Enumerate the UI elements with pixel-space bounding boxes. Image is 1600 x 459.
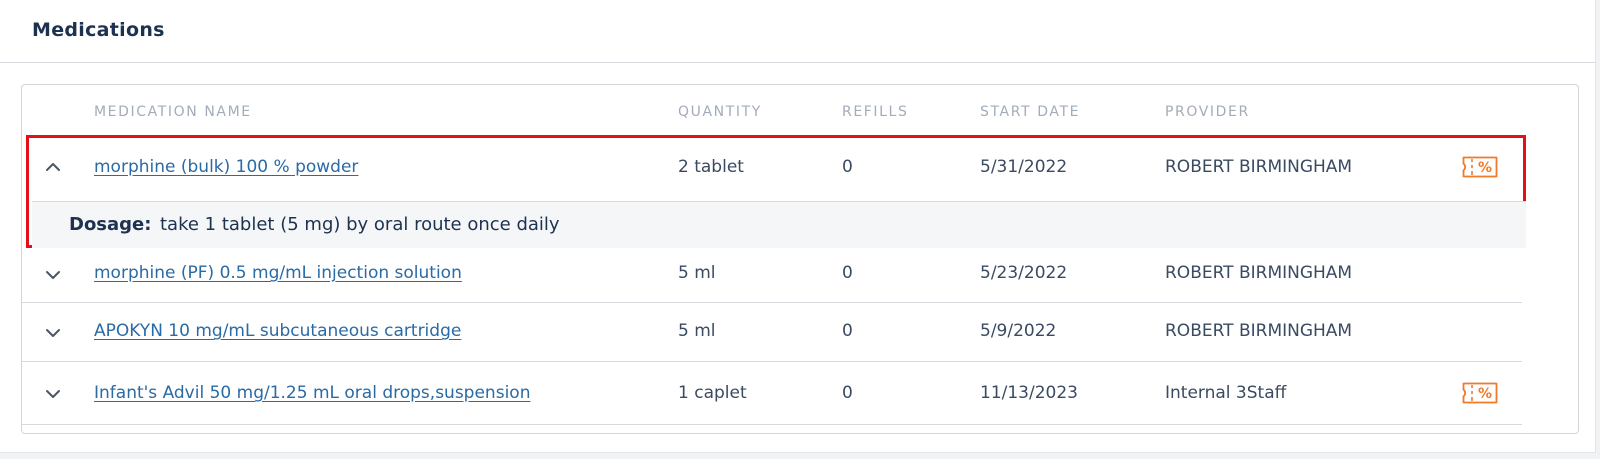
row-divider bbox=[22, 424, 1522, 425]
quantity-cell: 1 caplet bbox=[678, 383, 747, 403]
panel-title: Medications bbox=[32, 19, 165, 41]
table-row: morphine (bulk) 100 % powder 2 tablet 0 … bbox=[22, 137, 1522, 197]
refills-cell: 0 bbox=[842, 263, 853, 283]
refills-cell: 0 bbox=[842, 383, 853, 403]
chevron-up-icon[interactable] bbox=[44, 158, 62, 176]
provider-cell: Internal 3Staff bbox=[1165, 383, 1287, 403]
quantity-cell: 5 ml bbox=[678, 263, 716, 283]
provider-cell: ROBERT BIRMINGHAM bbox=[1165, 263, 1353, 283]
page: Medications MEDICATION NAME QUANTITY REF… bbox=[0, 0, 1600, 459]
table-row: morphine (PF) 0.5 mg/mL injection soluti… bbox=[22, 250, 1522, 302]
svg-text:%: % bbox=[1478, 386, 1492, 402]
chevron-down-icon[interactable] bbox=[44, 324, 62, 342]
medication-name-link[interactable]: APOKYN 10 mg/mL subcutaneous cartridge bbox=[94, 321, 461, 341]
table-header: MEDICATION NAME QUANTITY REFILLS START D… bbox=[22, 85, 1578, 137]
medications-table: MEDICATION NAME QUANTITY REFILLS START D… bbox=[21, 84, 1579, 434]
medications-panel: Medications MEDICATION NAME QUANTITY REF… bbox=[0, 0, 1596, 453]
chevron-down-icon[interactable] bbox=[44, 385, 62, 403]
refills-cell: 0 bbox=[842, 321, 853, 341]
table-row: APOKYN 10 mg/mL subcutaneous cartridge 5… bbox=[22, 303, 1522, 361]
start-date-cell: 5/9/2022 bbox=[980, 321, 1057, 341]
coupon-percent-icon[interactable]: % bbox=[1462, 156, 1498, 178]
medication-name-link[interactable]: morphine (bulk) 100 % powder bbox=[94, 157, 358, 177]
chevron-down-icon[interactable] bbox=[44, 266, 62, 284]
medication-name-link[interactable]: morphine (PF) 0.5 mg/mL injection soluti… bbox=[94, 263, 462, 283]
dosage-panel: Dosage: take 1 tablet (5 mg) by oral rou… bbox=[32, 201, 1526, 248]
start-date-cell: 11/13/2023 bbox=[980, 383, 1078, 403]
start-date-cell: 5/31/2022 bbox=[980, 157, 1068, 177]
coupon-percent-icon[interactable]: % bbox=[1462, 382, 1498, 404]
start-date-cell: 5/23/2022 bbox=[980, 263, 1068, 283]
header-medication-name[interactable]: MEDICATION NAME bbox=[94, 104, 252, 120]
medication-name-link[interactable]: Infant's Advil 50 mg/1.25 mL oral drops,… bbox=[94, 383, 530, 403]
header-start-date[interactable]: START DATE bbox=[980, 104, 1080, 120]
provider-cell: ROBERT BIRMINGHAM bbox=[1165, 157, 1353, 177]
quantity-cell: 2 tablet bbox=[678, 157, 744, 177]
refills-cell: 0 bbox=[842, 157, 853, 177]
quantity-cell: 5 ml bbox=[678, 321, 716, 341]
table-row: Infant's Advil 50 mg/1.25 mL oral drops,… bbox=[22, 362, 1522, 424]
panel-header: Medications bbox=[0, 0, 1595, 63]
dosage-label: Dosage: bbox=[69, 214, 152, 235]
header-refills[interactable]: REFILLS bbox=[842, 104, 908, 120]
header-quantity[interactable]: QUANTITY bbox=[678, 104, 762, 120]
svg-text:%: % bbox=[1478, 160, 1492, 176]
dosage-text: take 1 tablet (5 mg) by oral route once … bbox=[160, 214, 560, 235]
provider-cell: ROBERT BIRMINGHAM bbox=[1165, 321, 1353, 341]
header-provider[interactable]: PROVIDER bbox=[1165, 104, 1250, 120]
